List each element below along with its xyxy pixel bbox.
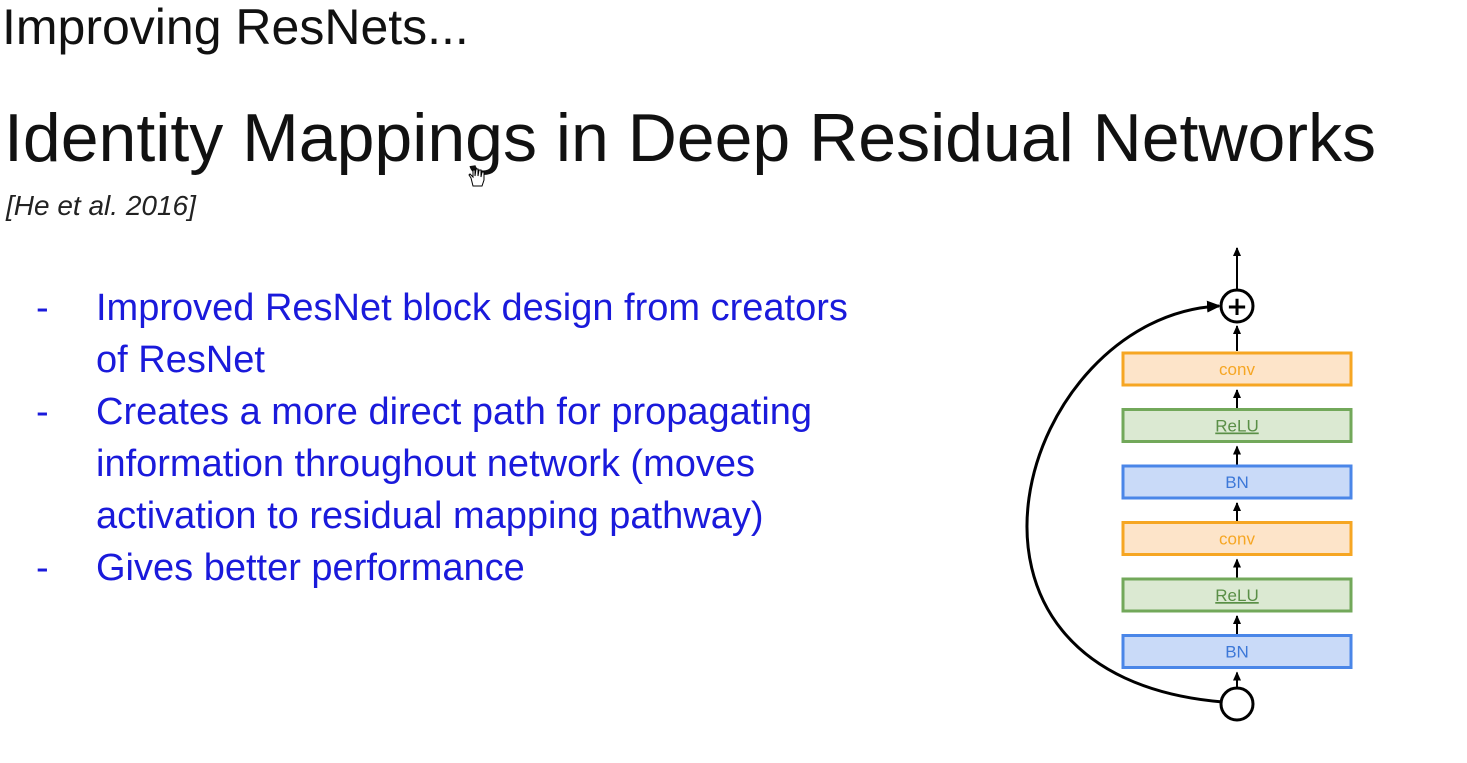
bullet-list: - Improved ResNet block design from crea…	[36, 282, 856, 594]
citation: [He et al. 2016]	[6, 190, 196, 221]
input-node	[1219, 686, 1255, 722]
layer-label: ReLU	[1215, 586, 1258, 605]
layer-label: conv	[1219, 360, 1255, 379]
layer-label: conv	[1219, 530, 1255, 549]
layer-label: ReLU	[1215, 417, 1258, 436]
section-title: Improving ResNets...	[2, 0, 469, 55]
bullet-text: Creates a more direct path for propagati…	[96, 391, 813, 537]
bullet-dash: -	[36, 287, 49, 329]
hand-cursor-icon	[468, 168, 485, 187]
bullet-text: Improved ResNet block design from creato…	[96, 287, 848, 381]
bullet-item: - Creates a more direct path for propaga…	[36, 386, 856, 542]
page-title: Identity Mappings in Deep Residual Netwo…	[4, 100, 1377, 176]
layer-label: BN	[1225, 473, 1249, 492]
residual-block-diagram: + conv ReLU BN conv ReLU BN	[1025, 247, 1353, 722]
bullet-item: - Gives better performance	[36, 542, 856, 594]
plus-icon: +	[1226, 292, 1248, 322]
layer-label: BN	[1225, 643, 1249, 662]
bullet-text: Gives better performance	[96, 547, 525, 589]
slide: Improving ResNets... Identity Mappings i…	[0, 0, 1467, 763]
bullet-dash: -	[36, 391, 49, 433]
bullet-item: - Improved ResNet block design from crea…	[36, 282, 856, 386]
layer-stack: conv ReLU BN conv ReLU BN	[1121, 325, 1353, 687]
addition-node: +	[1219, 288, 1255, 324]
bullet-dash: -	[36, 547, 49, 589]
